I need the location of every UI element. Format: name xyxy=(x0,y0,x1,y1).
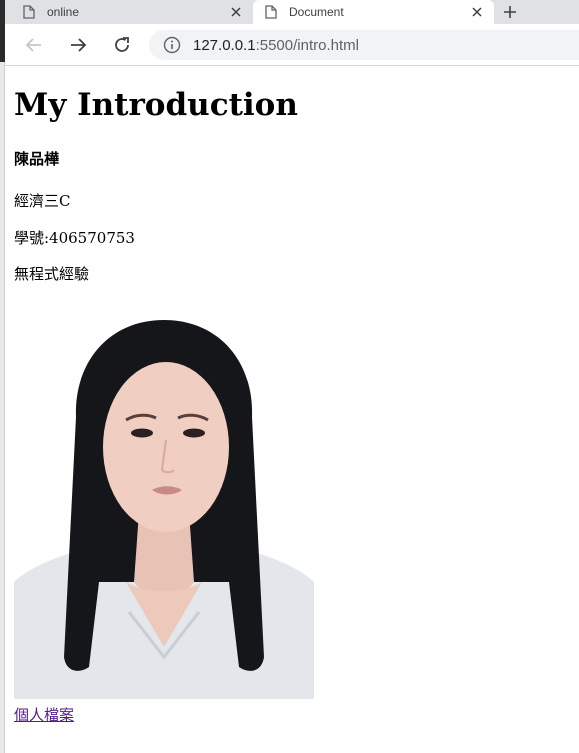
info-icon[interactable] xyxy=(163,36,181,54)
back-button[interactable] xyxy=(21,32,47,58)
close-icon[interactable] xyxy=(225,1,247,23)
experience-text: 無程式經驗 xyxy=(14,265,90,283)
reload-button[interactable] xyxy=(109,32,135,58)
tab-strip: online Document xyxy=(5,0,579,24)
document-icon xyxy=(23,5,35,19)
portrait-image xyxy=(14,312,314,699)
student-id-text: 學號:406570753 xyxy=(14,229,135,247)
document-icon xyxy=(265,5,277,19)
browser-toolbar: 127.0.0.1:5500/intro.html xyxy=(5,24,579,66)
student-name: 陳品樺 xyxy=(14,150,60,168)
reload-icon xyxy=(115,37,129,52)
tab-document[interactable]: Document xyxy=(253,0,494,24)
profile-link[interactable]: 個人檔案 xyxy=(14,704,74,725)
window-edge xyxy=(0,0,5,753)
forward-button[interactable] xyxy=(65,32,91,58)
url-path: :5500/intro.html xyxy=(255,36,359,54)
tab-online[interactable]: online xyxy=(5,0,253,24)
tab-title: Document xyxy=(289,5,344,19)
arrow-left-icon xyxy=(25,38,41,52)
department-text: 經濟三C xyxy=(14,192,71,210)
window-edge-line xyxy=(4,62,5,753)
url-host: 127.0.0.1 xyxy=(193,36,256,54)
new-tab-button[interactable] xyxy=(499,1,521,23)
page-title: My Introduction xyxy=(14,87,298,123)
arrow-right-icon xyxy=(71,38,87,52)
profile-photo xyxy=(14,312,314,699)
address-bar[interactable]: 127.0.0.1:5500/intro.html xyxy=(149,30,579,60)
close-icon[interactable] xyxy=(466,1,488,23)
tab-title: online xyxy=(47,5,80,19)
plus-icon xyxy=(504,6,516,18)
